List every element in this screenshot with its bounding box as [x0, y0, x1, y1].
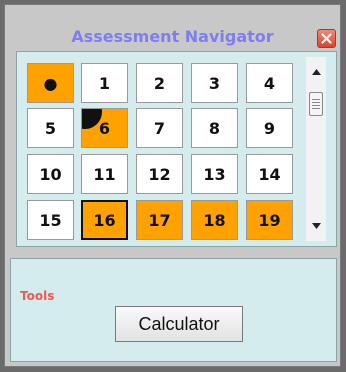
question-cell[interactable]: 8	[191, 108, 238, 148]
question-number: 10	[39, 164, 62, 184]
grip-line	[312, 105, 320, 106]
close-button[interactable]	[317, 29, 336, 48]
close-icon	[321, 33, 332, 44]
question-cell[interactable]: 16	[81, 200, 128, 240]
scroll-down-button[interactable]	[306, 217, 326, 235]
question-number: 8	[208, 118, 221, 138]
question-number: 14	[258, 164, 281, 184]
scroll-up-button[interactable]	[306, 63, 326, 81]
calculator-button[interactable]: Calculator	[115, 306, 243, 342]
window-title: Assessment Navigator	[71, 27, 274, 46]
scroll-thumb[interactable]	[309, 92, 323, 116]
question-number: 18	[203, 210, 226, 230]
question-number: 9	[263, 118, 276, 138]
question-cell[interactable]: 9	[246, 108, 293, 148]
question-number: 1	[98, 73, 111, 93]
question-number: 16	[93, 210, 116, 230]
question-number: 5	[44, 118, 57, 138]
grip-line	[312, 99, 320, 100]
question-cell[interactable]: 7	[136, 108, 183, 148]
question-number: 12	[148, 164, 171, 184]
question-number: 7	[153, 118, 166, 138]
chevron-down-icon	[311, 223, 321, 229]
grip-line	[312, 108, 320, 109]
question-cell[interactable]: 13	[191, 154, 238, 194]
question-number: 6	[98, 118, 111, 138]
question-cell[interactable]: 19	[246, 200, 293, 240]
question-cell[interactable]: 4	[246, 63, 293, 103]
question-number: 3	[208, 73, 221, 93]
question-number: ●	[43, 73, 58, 93]
question-cell[interactable]: 14	[246, 154, 293, 194]
question-cell[interactable]: 12	[136, 154, 183, 194]
question-cell[interactable]: 17	[136, 200, 183, 240]
question-number: 17	[148, 210, 171, 230]
question-cell[interactable]: ●	[27, 63, 74, 103]
question-number: 11	[93, 164, 116, 184]
question-cell[interactable]: 18	[191, 200, 238, 240]
title-bar: Assessment Navigator	[5, 5, 340, 51]
chevron-up-icon	[311, 69, 321, 75]
question-number: 13	[203, 164, 226, 184]
question-cell[interactable]: 10	[27, 154, 74, 194]
question-cell[interactable]: 11	[81, 154, 128, 194]
question-cell[interactable]: 15	[27, 200, 74, 240]
question-cell[interactable]: 5	[27, 108, 74, 148]
question-cell[interactable]: 1	[81, 63, 128, 103]
question-cell[interactable]: 2	[136, 63, 183, 103]
question-number: 4	[263, 73, 276, 93]
grip-line	[312, 102, 320, 103]
question-number: 15	[39, 210, 62, 230]
question-cell[interactable]: 6	[81, 108, 128, 148]
question-cell[interactable]: 3	[191, 63, 238, 103]
question-number: 2	[153, 73, 166, 93]
grid-scrollbar[interactable]	[306, 57, 326, 241]
question-number: 19	[258, 210, 281, 230]
tools-label: Tools	[20, 289, 55, 303]
